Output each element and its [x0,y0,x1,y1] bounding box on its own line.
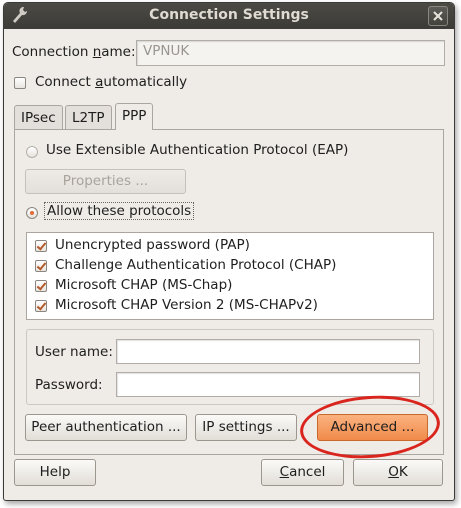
password-label: Password: [35,377,103,393]
eap-radio[interactable] [26,146,38,158]
close-button[interactable] [428,6,448,26]
chap-checkbox[interactable] [35,260,47,272]
pap-label: Unencrypted password (PAP) [55,237,250,253]
connection-name-field[interactable]: VPNUK [136,40,445,66]
username-label: User name: [35,344,113,360]
window-title: Connection Settings [149,7,309,23]
cancel-button[interactable]: Cancel [261,459,344,486]
properties-button[interactable]: Properties ... [25,169,186,194]
advanced-button[interactable]: Advanced ... [317,414,428,441]
help-button[interactable]: Help [14,459,96,486]
connect-automatically-checkbox[interactable] [14,77,26,89]
password-input[interactable] [116,372,420,397]
tab-l2tp[interactable]: L2TP [65,105,112,129]
peer-authentication-button[interactable]: Peer authentication ... [25,414,187,441]
close-icon [433,11,443,21]
eap-radio-label[interactable]: Use Extensible Authentication Protocol (… [46,142,348,158]
chap-label: Challenge Authentication Protocol (CHAP) [55,257,337,273]
mschap-checkbox[interactable] [35,280,47,292]
mschap-label: Microsoft CHAP (MS-Chap) [55,277,233,293]
connection-name-label: Connection name: [12,44,136,60]
mschapv2-label: Microsoft CHAP Version 2 (MS-CHAPv2) [55,297,318,313]
tab-ppp[interactable]: PPP [115,103,154,130]
allow-protocols-radio[interactable] [26,207,38,219]
username-input[interactable] [116,339,420,364]
tab-ipsec[interactable]: IPsec [14,105,63,129]
ip-settings-button[interactable]: IP settings ... [195,414,297,441]
title-bar: Connection Settings [4,3,454,29]
connection-settings-dialog: Connection Settings Connection name: VPN… [3,2,455,501]
allow-protocols-label[interactable]: Allow these protocols [44,202,195,220]
mschapv2-checkbox[interactable] [35,300,47,312]
connect-automatically-label[interactable]: Connect automatically [35,74,187,90]
protocols-list: Unencrypted password (PAP) Challenge Aut… [26,232,434,320]
pap-checkbox[interactable] [35,240,47,252]
ok-button[interactable]: OK [353,459,443,486]
